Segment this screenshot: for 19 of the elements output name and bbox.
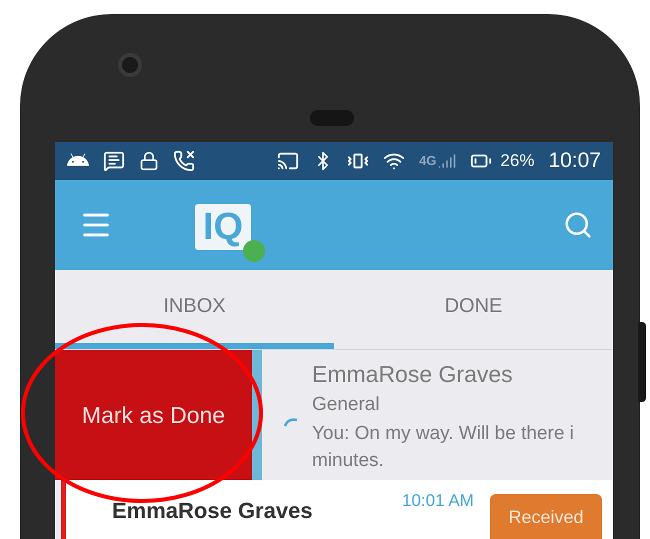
search-icon[interactable] (563, 210, 593, 240)
lock-icon (139, 151, 159, 171)
message-time: 10:01 AM (402, 490, 475, 512)
logo-text: IQ (202, 208, 244, 246)
tab[interactable]: DONE (334, 270, 613, 349)
status-badge: Received (490, 494, 602, 539)
missed-call-icon (173, 150, 195, 172)
contact-name: EmmaRose Graves (312, 360, 514, 389)
category-label: General (312, 393, 381, 417)
signal-icon (438, 152, 456, 170)
cast-icon (277, 150, 300, 172)
message-icon (103, 150, 125, 172)
network-type: 4G (419, 152, 436, 170)
clock: 10:07 (548, 148, 601, 174)
battery-level: 26% (500, 150, 534, 172)
message-preview: minutes. (312, 449, 385, 473)
conversation-card[interactable]: EmmaRose Graves 10:01 AM Received (61, 480, 613, 539)
message-preview: You: On my way. Will be there i (312, 422, 574, 446)
mark-as-done-button[interactable]: Mark as Done (55, 350, 252, 480)
